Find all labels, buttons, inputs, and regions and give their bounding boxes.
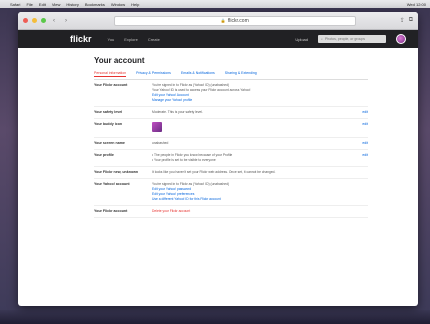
- menubar-clock: Wed 12:00: [406, 1, 426, 7]
- flickr-navbar: flickr You Explore Create Upload ⌕ Photo…: [18, 30, 418, 48]
- tab-personal-information[interactable]: Personal information: [94, 71, 127, 77]
- flickr-logo[interactable]: flickr: [70, 34, 92, 44]
- search-icon: ⌕: [321, 37, 323, 41]
- tab-emails-notifications[interactable]: Emails & Notifications: [181, 71, 215, 77]
- settings-row: Your Flickr account Delete your Flickr ac…: [94, 206, 368, 218]
- chevron-right-icon[interactable]: ›: [62, 18, 70, 24]
- tab-privacy-permissions[interactable]: Privacy & Permissions: [136, 71, 171, 77]
- row-label: Your buddy icon: [94, 122, 123, 126]
- minimize-window-button[interactable]: [32, 18, 37, 23]
- row-label: Your screen name: [94, 141, 125, 145]
- edit-link: [354, 83, 368, 103]
- row-label: Your profile: [94, 153, 114, 157]
- row-value: Delete your Flickr account: [152, 209, 354, 214]
- page-title: Your account: [94, 56, 145, 65]
- edit-link[interactable]: edit: [354, 110, 368, 115]
- row-value: You're signed in to Flickr as (Yahoo! ID…: [152, 83, 354, 103]
- menu-item-view[interactable]: View: [52, 2, 61, 7]
- row-label: Your Flickr account: [94, 83, 128, 87]
- row-link[interactable]: Manage your Yahoo! profile: [152, 98, 354, 103]
- menu-item-help[interactable]: Help: [131, 2, 139, 7]
- menu-item-file[interactable]: File: [26, 2, 32, 7]
- edit-link[interactable]: edit: [354, 141, 368, 146]
- row-value: You're signed in to Flickr as (Yahoo! ID…: [152, 182, 354, 202]
- search-input[interactable]: ⌕ Photos, people, or groups: [318, 35, 386, 43]
- edit-link: [354, 170, 368, 175]
- edit-link[interactable]: edit: [354, 122, 368, 134]
- row-value: [152, 122, 354, 134]
- row-value: Moderate. This is your safety level.: [152, 110, 354, 115]
- account-content: Your account Personal information Privac…: [18, 48, 418, 218]
- close-window-button[interactable]: [23, 18, 28, 23]
- settings-row: Your Yahoo! account You're signed in to F…: [94, 179, 368, 206]
- buddy-icon-image: [152, 122, 162, 132]
- tabs-icon[interactable]: ⧉: [409, 17, 413, 24]
- settings-row: Your profile The people in Flickr you kno…: [94, 150, 368, 167]
- settings-row: Your safety level Moderate. This is your …: [94, 107, 368, 119]
- row-label: Your Flickr new, unknown: [94, 170, 139, 174]
- row-text: Your profile is set to be visible to eve…: [152, 158, 354, 163]
- chevron-left-icon[interactable]: ‹: [50, 18, 58, 24]
- menu-item-edit[interactable]: Edit: [39, 2, 46, 7]
- tab-sharing-extending[interactable]: Sharing & Extending: [225, 71, 257, 77]
- lock-icon: 🔒: [220, 18, 226, 23]
- nav-link-create[interactable]: Create: [148, 37, 160, 42]
- nav-link-you[interactable]: You: [108, 37, 115, 42]
- row-label: Your Flickr account: [94, 209, 128, 213]
- share-icon[interactable]: ⇪: [400, 17, 405, 24]
- address-bar[interactable]: 🔒 flickr.com: [114, 15, 356, 26]
- account-tabs: Personal information Privacy & Permissio…: [94, 71, 368, 80]
- nav-link-explore[interactable]: Explore: [124, 37, 138, 42]
- menu-item-safari[interactable]: Safari: [10, 2, 20, 7]
- menu-item-history[interactable]: History: [66, 2, 78, 7]
- edit-link: [354, 209, 368, 214]
- settings-row: Your Flickr account You're signed in to F…: [94, 80, 368, 107]
- row-value: The people in Flickr you know because of…: [152, 153, 354, 163]
- row-text: It looks like you haven't set your Flick…: [152, 170, 276, 174]
- browser-window: ‹ › 🔒 flickr.com ⇪ ⧉ flickr You Explore …: [18, 12, 418, 306]
- menu-item-window[interactable]: Window: [111, 2, 125, 7]
- address-bar-url: flickr.com: [227, 17, 249, 24]
- row-link[interactable]: Use a different Yahoo! ID for this Flick…: [152, 197, 354, 202]
- upload-link[interactable]: Upload: [295, 37, 308, 42]
- settings-row: Your screen name unabashed edit: [94, 138, 368, 150]
- row-text: unabashed: [152, 141, 169, 145]
- edit-link: [354, 182, 368, 202]
- settings-row: Your buddy icon edit: [94, 119, 368, 138]
- avatar[interactable]: [396, 34, 406, 44]
- row-value: It looks like you haven't set your Flick…: [152, 170, 354, 175]
- search-placeholder: Photos, people, or groups: [324, 37, 366, 41]
- mac-menubar: Safari File Edit View History Bookmarks …: [0, 0, 430, 8]
- menu-item-bookmarks[interactable]: Bookmarks: [85, 2, 105, 7]
- delete-account-link[interactable]: Delete your Flickr account: [152, 209, 190, 213]
- row-label: Your safety level: [94, 110, 123, 114]
- desktop-bottom: [0, 310, 430, 324]
- settings-rows: Your Flickr account You're signed in to F…: [94, 80, 368, 218]
- row-text: Moderate. This is your safety level.: [152, 110, 203, 114]
- row-label: Your Yahoo! account: [94, 182, 130, 186]
- row-value: unabashed: [152, 141, 354, 146]
- edit-link[interactable]: edit: [354, 153, 368, 163]
- settings-row: Your Flickr new, unknown It looks like yo…: [94, 167, 368, 179]
- zoom-window-button[interactable]: [41, 18, 46, 23]
- browser-toolbar: ‹ › 🔒 flickr.com ⇪ ⧉: [18, 12, 418, 30]
